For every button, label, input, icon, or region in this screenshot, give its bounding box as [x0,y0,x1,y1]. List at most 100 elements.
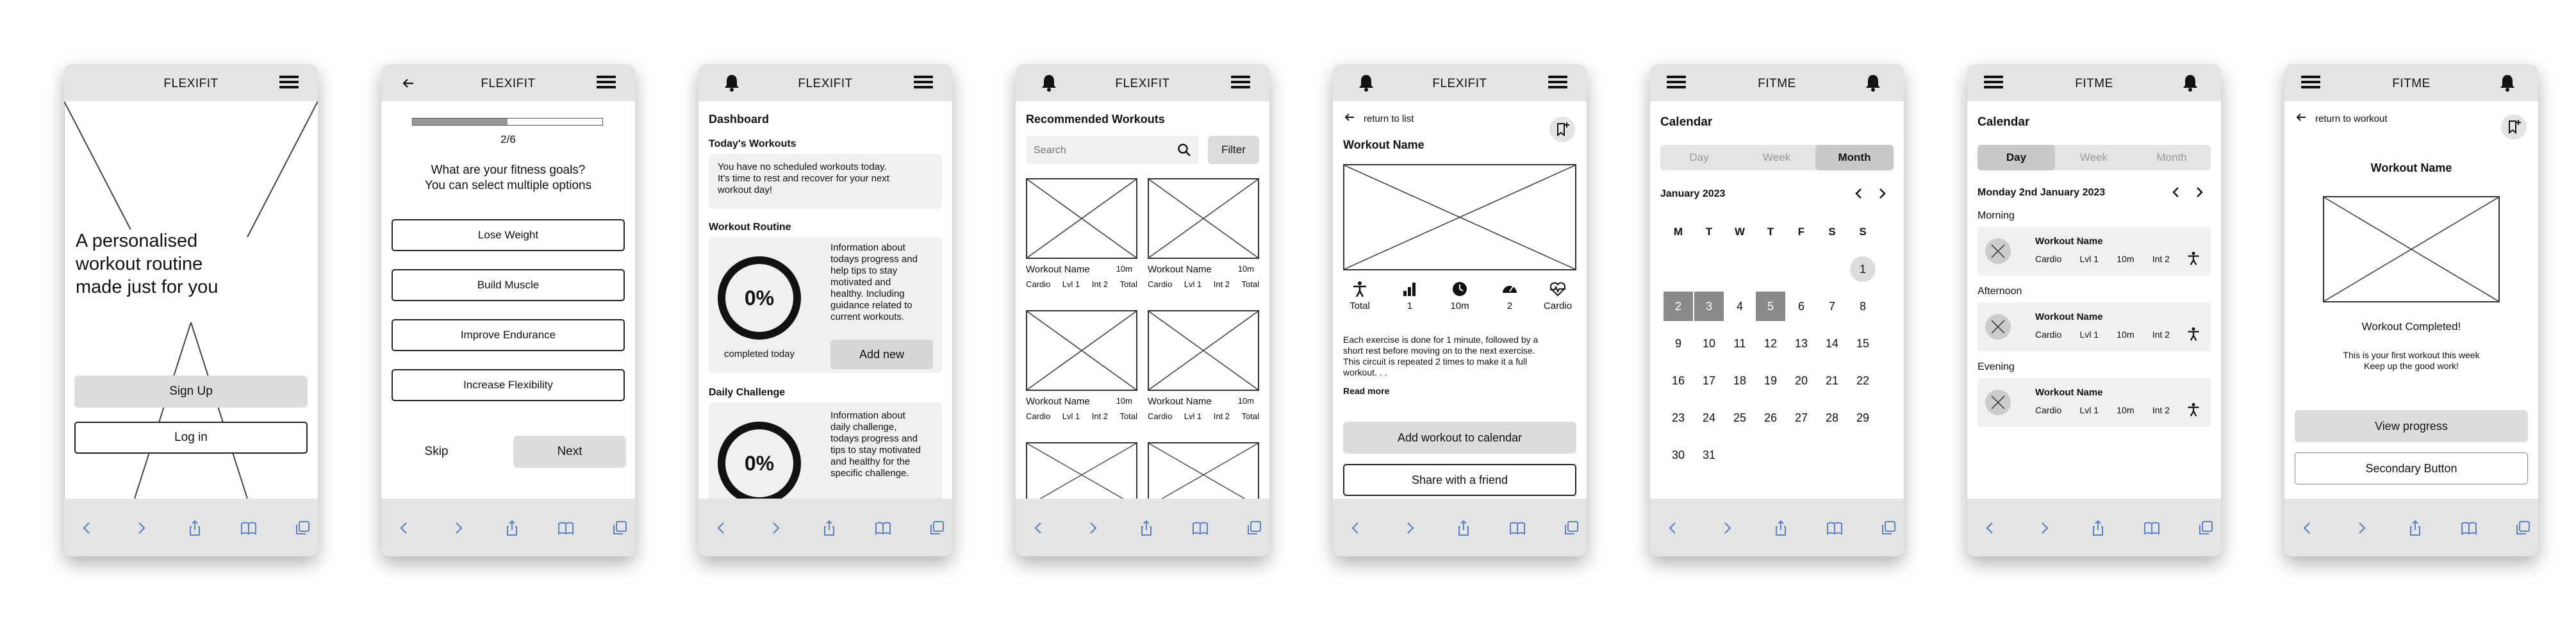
bell-icon[interactable] [2498,73,2516,92]
forward-icon[interactable] [2035,519,2053,537]
calendar-day[interactable]: 11 [1727,331,1753,356]
search-icon[interactable] [1177,143,1191,157]
calendar-day[interactable]: 31 [1696,442,1722,468]
bookmarks-icon[interactable] [1508,519,1526,537]
next-button[interactable]: Next [513,436,626,468]
back-icon[interactable] [2299,519,2316,537]
calendar-day[interactable]: 10 [1696,331,1722,356]
calendar-day[interactable]: 24 [1696,405,1722,431]
share-icon[interactable] [2089,519,2107,537]
share-icon[interactable] [1455,519,1473,537]
workout-card[interactable]: Workout Name 10m Cardio Lvl 1 Int 2 Total [1026,310,1137,428]
back-icon[interactable] [1664,519,1682,537]
tabs-icon[interactable] [1562,519,1580,537]
segment-month[interactable]: Month [2133,145,2211,170]
workout-card[interactable]: Workout Name 10m Cardio Lvl 1 Int 2 Total [1148,310,1259,428]
forward-icon[interactable] [1401,519,1419,537]
calendar-day[interactable]: 25 [1727,405,1753,431]
tabs-icon[interactable] [293,519,311,537]
calendar-day[interactable]: 8 [1850,293,1876,319]
segment-month[interactable]: Month [1815,145,1894,170]
goal-option-build-muscle[interactable]: Build Muscle [392,269,625,301]
segment-week[interactable]: Week [1738,145,1815,170]
calendar-day[interactable]: 23 [1665,405,1691,431]
share-with-friend-button[interactable]: Share with a friend [1343,464,1576,496]
calendar-day[interactable]: 21 [1819,368,1845,393]
scheduled-workout-row[interactable]: Workout Name Cardio Lvl 1 10m Int 2 [1977,378,2211,427]
menu-icon[interactable] [279,74,299,90]
calendar-day[interactable]: 14 [1819,331,1845,356]
bookmarks-icon[interactable] [557,519,575,537]
calendar-day[interactable]: 26 [1758,405,1783,431]
calendar-day[interactable]: 15 [1850,331,1876,356]
back-icon[interactable] [395,519,413,537]
menu-icon[interactable] [597,74,616,90]
tabs-icon[interactable] [2514,519,2532,537]
calendar-day[interactable]: 9 [1665,331,1691,356]
calendar-day[interactable]: 13 [1788,331,1814,356]
calendar-day[interactable]: 16 [1665,368,1691,393]
tabs-icon[interactable] [928,519,946,537]
forward-icon[interactable] [132,519,150,537]
calendar-day[interactable]: 3 [1694,292,1724,321]
bell-icon[interactable] [1864,73,1882,92]
calendar-day[interactable]: 28 [1819,405,1845,431]
calendar-day[interactable]: 18 [1727,368,1753,393]
back-icon[interactable] [78,519,96,537]
share-icon[interactable] [186,519,204,537]
view-progress-button[interactable]: View progress [2295,410,2528,442]
calendar-day[interactable]: 19 [1758,368,1783,393]
calendar-day[interactable]: 6 [1788,293,1814,319]
calendar-day[interactable]: 27 [1788,405,1814,431]
share-icon[interactable] [2406,519,2424,537]
goal-option-improve-endurance[interactable]: Improve Endurance [392,319,625,351]
read-more-link[interactable]: Read more [1343,386,1389,396]
back-icon[interactable] [1030,519,1048,537]
secondary-button[interactable]: Secondary Button [2295,452,2528,484]
bookmarks-icon[interactable] [874,519,892,537]
tabs-icon[interactable] [2197,519,2215,537]
return-link[interactable]: return to workout [2295,112,2388,126]
bookmarks-icon[interactable] [240,519,258,537]
menu-icon[interactable] [914,74,933,90]
video-placeholder[interactable] [1343,164,1576,270]
calendar-day[interactable]: 5 [1756,292,1785,321]
back-icon[interactable] [713,519,731,537]
sign-up-button[interactable]: Sign Up [74,376,308,408]
share-icon[interactable] [1772,519,1790,537]
back-icon[interactable] [1347,519,1365,537]
add-new-button[interactable]: Add new [830,340,933,369]
bell-icon[interactable] [2181,73,2199,92]
goal-option-lose-weight[interactable]: Lose Weight [392,219,625,251]
calendar-day[interactable]: 2 [1664,292,1693,321]
bookmarks-icon[interactable] [2143,519,2161,537]
calendar-day[interactable]: 4 [1727,293,1753,319]
bookmarks-icon[interactable] [2460,519,2478,537]
forward-icon[interactable] [1718,519,1736,537]
share-icon[interactable] [503,519,521,537]
filter-button[interactable]: Filter [1208,136,1259,164]
segment-day[interactable]: Day [1977,145,2055,170]
next-day-icon[interactable] [2193,186,2206,199]
workout-card[interactable]: Workout Name 10m Cardio Lvl 1 Int 2 Total [1026,178,1137,296]
add-to-list-icon[interactable] [2501,114,2527,140]
bookmarks-icon[interactable] [1191,519,1209,537]
scheduled-workout-row[interactable]: Workout Name Cardio Lvl 1 10m Int 2 [1977,227,2211,276]
share-icon[interactable] [820,519,838,537]
segment-week[interactable]: Week [2055,145,2133,170]
menu-icon[interactable] [1548,74,1567,90]
back-icon[interactable] [1981,519,1999,537]
scheduled-workout-row[interactable]: Workout Name Cardio Lvl 1 10m Int 2 [1977,302,2211,351]
goal-option-increase-flexibility[interactable]: Increase Flexibility [392,369,625,401]
add-to-calendar-button[interactable]: Add workout to calendar [1343,422,1576,454]
previous-day-icon[interactable] [2170,186,2183,199]
search-input[interactable] [1032,141,1169,160]
menu-icon[interactable] [1231,74,1250,90]
segment-day[interactable]: Day [1660,145,1738,170]
forward-icon[interactable] [2352,519,2370,537]
tabs-icon[interactable] [1245,519,1263,537]
calendar-day[interactable]: 29 [1850,405,1876,431]
log-in-button[interactable]: Log in [74,422,308,454]
return-link[interactable]: return to list [1343,112,1414,126]
calendar-day[interactable]: 22 [1850,368,1876,393]
